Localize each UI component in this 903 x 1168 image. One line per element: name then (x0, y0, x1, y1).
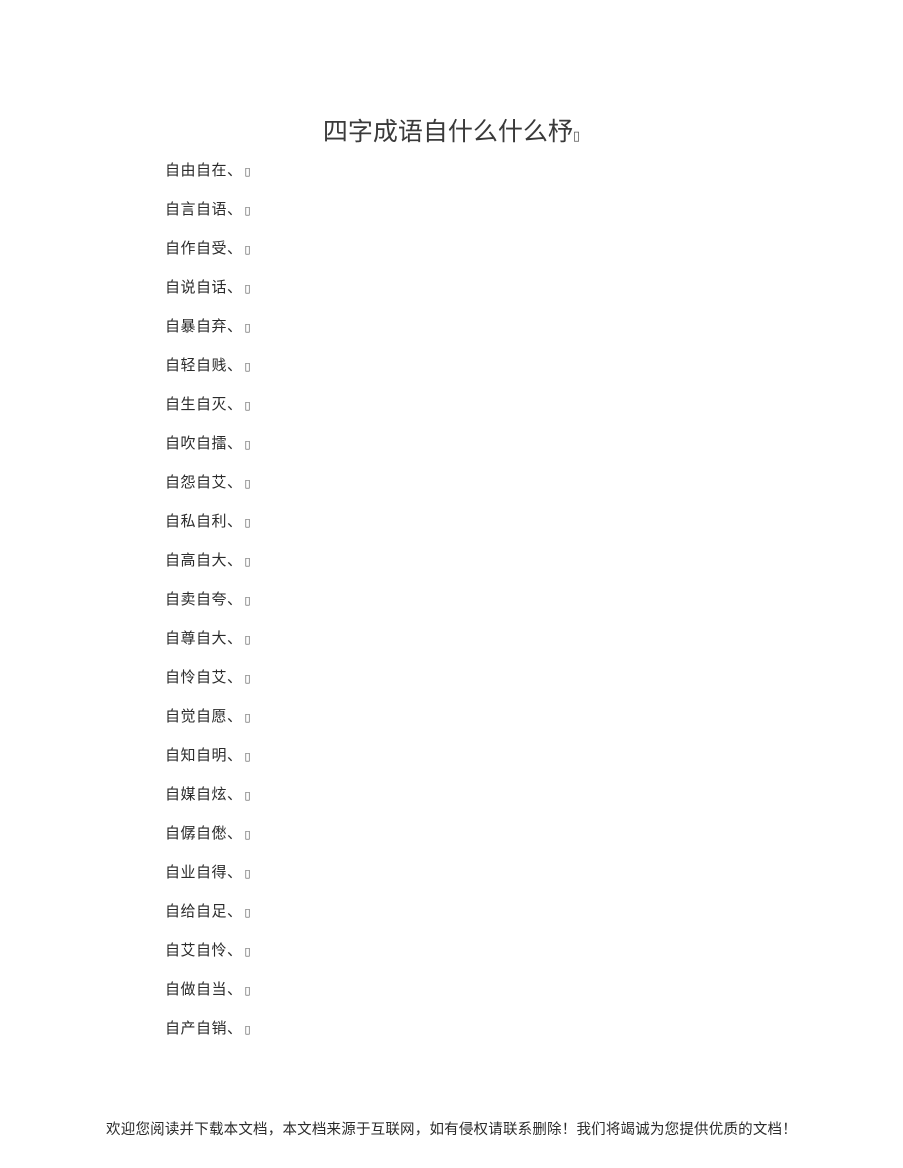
paragraph-mark-icon: ▯ (244, 477, 252, 490)
paragraph-mark-icon: ▯ (244, 594, 252, 607)
idiom-text: 自知自明、 (165, 746, 243, 764)
list-item: 自轻自贱、 ▯ (165, 346, 251, 385)
document-page: 四字成语自什么什么杼▯ 自由自在、 ▯ 自言自语、 ▯ 自作自受、 ▯ 自说自话、 ▯ … (0, 0, 903, 1168)
list-item: 自怨自艾、 ▯ (165, 463, 251, 502)
list-item: 自僝自僽、 ▯ (165, 814, 251, 853)
list-item: 自高自大、 ▯ (165, 541, 251, 580)
paragraph-mark-icon: ▯ (244, 711, 252, 724)
idiom-text: 自私自利、 (165, 512, 243, 530)
paragraph-mark-icon: ▯ (244, 360, 252, 373)
paragraph-mark-icon: ▯ (244, 906, 252, 919)
footer-disclaimer: 欢迎您阅读并下载本文档，本文档来源于互联网，如有侵权请联系删除！我们将竭诚为您提… (106, 1122, 797, 1138)
page-title-text: 四字成语自什么什么杼 (322, 116, 573, 146)
list-item: 自媒自炫、 ▯ (165, 775, 251, 814)
paragraph-mark-icon: ▯ (244, 165, 252, 178)
paragraph-mark-icon: ▯ (244, 516, 252, 529)
idiom-text: 自吹自擂、 (165, 434, 243, 452)
idiom-text: 自媒自炫、 (165, 785, 243, 803)
paragraph-mark-icon: ▯ (244, 867, 252, 880)
paragraph-mark-icon: ▯ (244, 1023, 252, 1036)
paragraph-mark-icon: ▯ (244, 204, 252, 217)
paragraph-mark-icon: ▯ (244, 789, 252, 802)
idiom-text: 自由自在、 (165, 161, 243, 179)
list-item: 自尊自大、 ▯ (165, 619, 251, 658)
list-item: 自说自话、 ▯ (165, 268, 251, 307)
paragraph-mark-icon: ▯ (244, 828, 252, 841)
idiom-text: 自卖自夸、 (165, 590, 243, 608)
list-item: 自给自足、 ▯ (165, 892, 251, 931)
idiom-text: 自僝自僽、 (165, 824, 243, 842)
idiom-text: 自说自话、 (165, 278, 243, 296)
idiom-text: 自轻自贱、 (165, 356, 243, 374)
list-item: 自卖自夸、 ▯ (165, 580, 251, 619)
paragraph-mark-icon: ▯ (244, 438, 252, 451)
list-item: 自由自在、 ▯ (165, 151, 251, 190)
paragraph-mark-icon: ▯ (244, 243, 252, 256)
idiom-text: 自做自当、 (165, 980, 243, 998)
idiom-list: 自由自在、 ▯ 自言自语、 ▯ 自作自受、 ▯ 自说自话、 ▯ 自暴自弃、 ▯ 自轻自贱、… (165, 151, 251, 1048)
idiom-text: 自觉自愿、 (165, 707, 243, 725)
idiom-text: 自艾自怜、 (165, 941, 243, 959)
list-item: 自怜自艾、 ▯ (165, 658, 251, 697)
paragraph-mark-icon: ▯ (244, 672, 252, 685)
paragraph-mark-icon: ▯ (244, 282, 252, 295)
list-item: 自产自销、 ▯ (165, 1009, 251, 1048)
list-item: 自知自明、 ▯ (165, 736, 251, 775)
list-item: 自言自语、 ▯ (165, 190, 251, 229)
idiom-text: 自生自灭、 (165, 395, 243, 413)
list-item: 自私自利、 ▯ (165, 502, 251, 541)
idiom-text: 自给自足、 (165, 902, 243, 920)
paragraph-mark-icon: ▯ (244, 945, 252, 958)
list-item: 自作自受、 ▯ (165, 229, 251, 268)
paragraph-mark-icon: ▯ (244, 750, 252, 763)
idiom-text: 自高自大、 (165, 551, 243, 569)
list-item: 自觉自愿、 ▯ (165, 697, 251, 736)
paragraph-mark-icon: ▯ (244, 984, 252, 997)
paragraph-mark-icon: ▯ (244, 633, 252, 646)
idiom-text: 自业自得、 (165, 863, 243, 881)
list-item: 自生自灭、 ▯ (165, 385, 251, 424)
list-item: 自艾自怜、 ▯ (165, 931, 251, 970)
idiom-text: 自尊自大、 (165, 629, 243, 647)
idiom-text: 自暴自弃、 (165, 317, 243, 335)
idiom-text: 自作自受、 (165, 239, 243, 257)
paragraph-mark-icon: ▯ (572, 128, 581, 144)
idiom-text: 自怨自艾、 (165, 473, 243, 491)
idiom-text: 自言自语、 (165, 200, 243, 218)
list-item: 自业自得、 ▯ (165, 853, 251, 892)
list-item: 自暴自弃、 ▯ (165, 307, 251, 346)
paragraph-mark-icon: ▯ (244, 555, 252, 568)
paragraph-mark-icon: ▯ (244, 321, 252, 334)
paragraph-mark-icon: ▯ (244, 399, 252, 412)
list-item: 自吹自擂、 ▯ (165, 424, 251, 463)
page-title: 四字成语自什么什么杼▯ (0, 115, 903, 154)
list-item: 自做自当、 ▯ (165, 970, 251, 1009)
idiom-text: 自怜自艾、 (165, 668, 243, 686)
idiom-text: 自产自销、 (165, 1019, 243, 1037)
